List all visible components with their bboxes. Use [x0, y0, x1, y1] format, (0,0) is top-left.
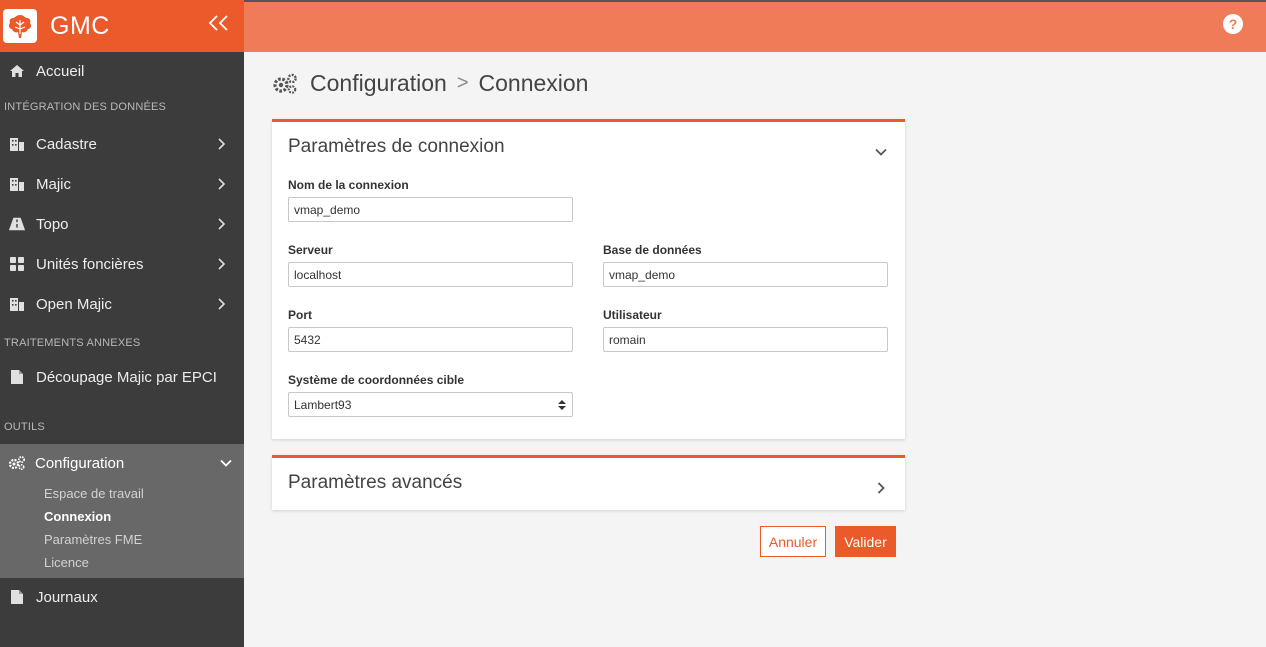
sidebar-item-cadastre[interactable]: Cadastre	[0, 124, 244, 164]
chevron-down-icon	[220, 454, 232, 471]
file-icon	[8, 368, 26, 386]
sidebar-item-unites-foncieres[interactable]: Unités foncières	[0, 244, 244, 284]
sidebar-item-label: Configuration	[35, 454, 125, 472]
cancel-button[interactable]: Annuler	[760, 526, 826, 557]
field-label: Port	[288, 308, 312, 322]
leaf-logo-icon	[8, 15, 32, 38]
sidebar-item-label: Majic	[36, 175, 72, 193]
home-icon	[8, 62, 26, 80]
sidebar-group-configuration: Configuration Espace de travail Connexio…	[0, 444, 244, 578]
submit-button[interactable]: Valider	[835, 526, 896, 557]
field-connection-name: Nom de la connexion	[288, 178, 573, 222]
sidebar-item-open-majic[interactable]: Open Majic	[0, 284, 244, 324]
sidebar-item-decoupage[interactable]: Découpage Majic par EPCI	[0, 362, 244, 392]
sidebar-subitem-connexion[interactable]: Connexion	[0, 505, 244, 528]
help-icon[interactable]: ?	[1223, 14, 1243, 34]
sidebar-item-label: Accueil	[36, 62, 85, 80]
panel-title: Paramètres de connexion	[288, 136, 505, 157]
double-chevron-left-icon	[208, 15, 228, 31]
server-input[interactable]	[288, 262, 573, 287]
sidebar-item-label: Découpage Majic par EPCI	[36, 368, 217, 386]
field-crs: Système de coordonnées cible Lambert93	[288, 373, 573, 417]
advanced-panel: Paramètres avancés	[272, 455, 905, 510]
sidebar-item-label: Journaux	[36, 588, 98, 606]
database-input[interactable]	[603, 262, 888, 287]
field-database: Base de données	[603, 243, 888, 287]
top-bar: ?	[244, 0, 1266, 52]
sidebar-item-configuration[interactable]: Configuration	[0, 444, 244, 482]
crs-selected-value: Lambert93	[294, 397, 352, 412]
building-icon	[8, 175, 26, 193]
sidebar-subitem-parametres-fme[interactable]: Paramètres FME	[0, 528, 244, 551]
sidebar-item-label: Open Majic	[36, 295, 112, 313]
section-integration: INTÉGRATION DES DONNÉES	[4, 101, 167, 113]
sidebar-item-label: Unités foncières	[36, 255, 144, 273]
brand-bar: GMC	[0, 0, 244, 52]
field-port: Port	[288, 308, 573, 352]
page-title: Connexion	[478, 70, 589, 96]
gears-icon	[8, 454, 26, 472]
sidebar-item-topo[interactable]: Topo	[0, 204, 244, 244]
chevron-down-icon[interactable]	[875, 140, 887, 162]
port-input[interactable]	[288, 327, 573, 352]
connection-panel: Paramètres de connexion Nom de la connex…	[272, 119, 905, 439]
sidebar-item-label: Topo	[36, 215, 69, 233]
chevron-right-icon	[212, 295, 230, 313]
breadcrumb-parent[interactable]: Configuration	[310, 70, 447, 97]
section-treatments: TRAITEMENTS ANNEXES	[4, 337, 141, 349]
road-icon	[8, 215, 26, 233]
panel-title: Paramètres avancés	[288, 472, 463, 493]
field-label: Système de coordonnées cible	[288, 373, 465, 387]
user-input[interactable]	[603, 327, 888, 352]
field-label: Utilisateur	[603, 308, 662, 322]
section-tools: OUTILS	[4, 421, 45, 433]
sidebar-item-majic[interactable]: Majic	[0, 164, 244, 204]
chevron-right-icon	[212, 255, 230, 273]
chevron-right-icon	[212, 135, 230, 153]
panel-header[interactable]: Paramètres de connexion	[272, 122, 905, 158]
field-label: Nom de la connexion	[288, 178, 409, 192]
sidebar-item-accueil[interactable]: Accueil	[0, 52, 244, 90]
sidebar: GMC Accueil INTÉGRATION DES DONNÉES Cada…	[0, 0, 244, 647]
sidebar-item-journaux[interactable]: Journaux	[0, 578, 244, 616]
panel-header[interactable]: Paramètres avancés	[272, 458, 905, 494]
field-user: Utilisateur	[603, 308, 888, 352]
field-label: Serveur	[288, 243, 333, 257]
breadcrumb: Configuration > Connexion	[272, 70, 588, 97]
building-icon	[8, 295, 26, 313]
sidebar-subitem-licence[interactable]: Licence	[0, 551, 244, 574]
file-icon	[8, 588, 26, 606]
chevron-right-icon	[212, 175, 230, 193]
gears-icon	[272, 73, 298, 95]
field-server: Serveur	[288, 243, 573, 287]
logo	[3, 9, 37, 43]
chevron-right-icon	[212, 215, 230, 233]
grid-icon	[8, 255, 26, 273]
sidebar-subitem-espace-de-travail[interactable]: Espace de travail	[0, 482, 244, 505]
crs-select[interactable]: Lambert93	[288, 392, 573, 417]
chevron-right-icon[interactable]	[877, 478, 885, 500]
collapse-sidebar-button[interactable]	[206, 12, 232, 38]
field-label: Base de données	[603, 243, 702, 257]
brand-name: GMC	[50, 11, 110, 40]
sidebar-item-label: Cadastre	[36, 135, 97, 153]
sort-arrows-icon	[558, 399, 566, 410]
connection-name-input[interactable]	[288, 197, 573, 222]
building-icon	[8, 135, 26, 153]
breadcrumb-separator: >	[456, 72, 469, 94]
